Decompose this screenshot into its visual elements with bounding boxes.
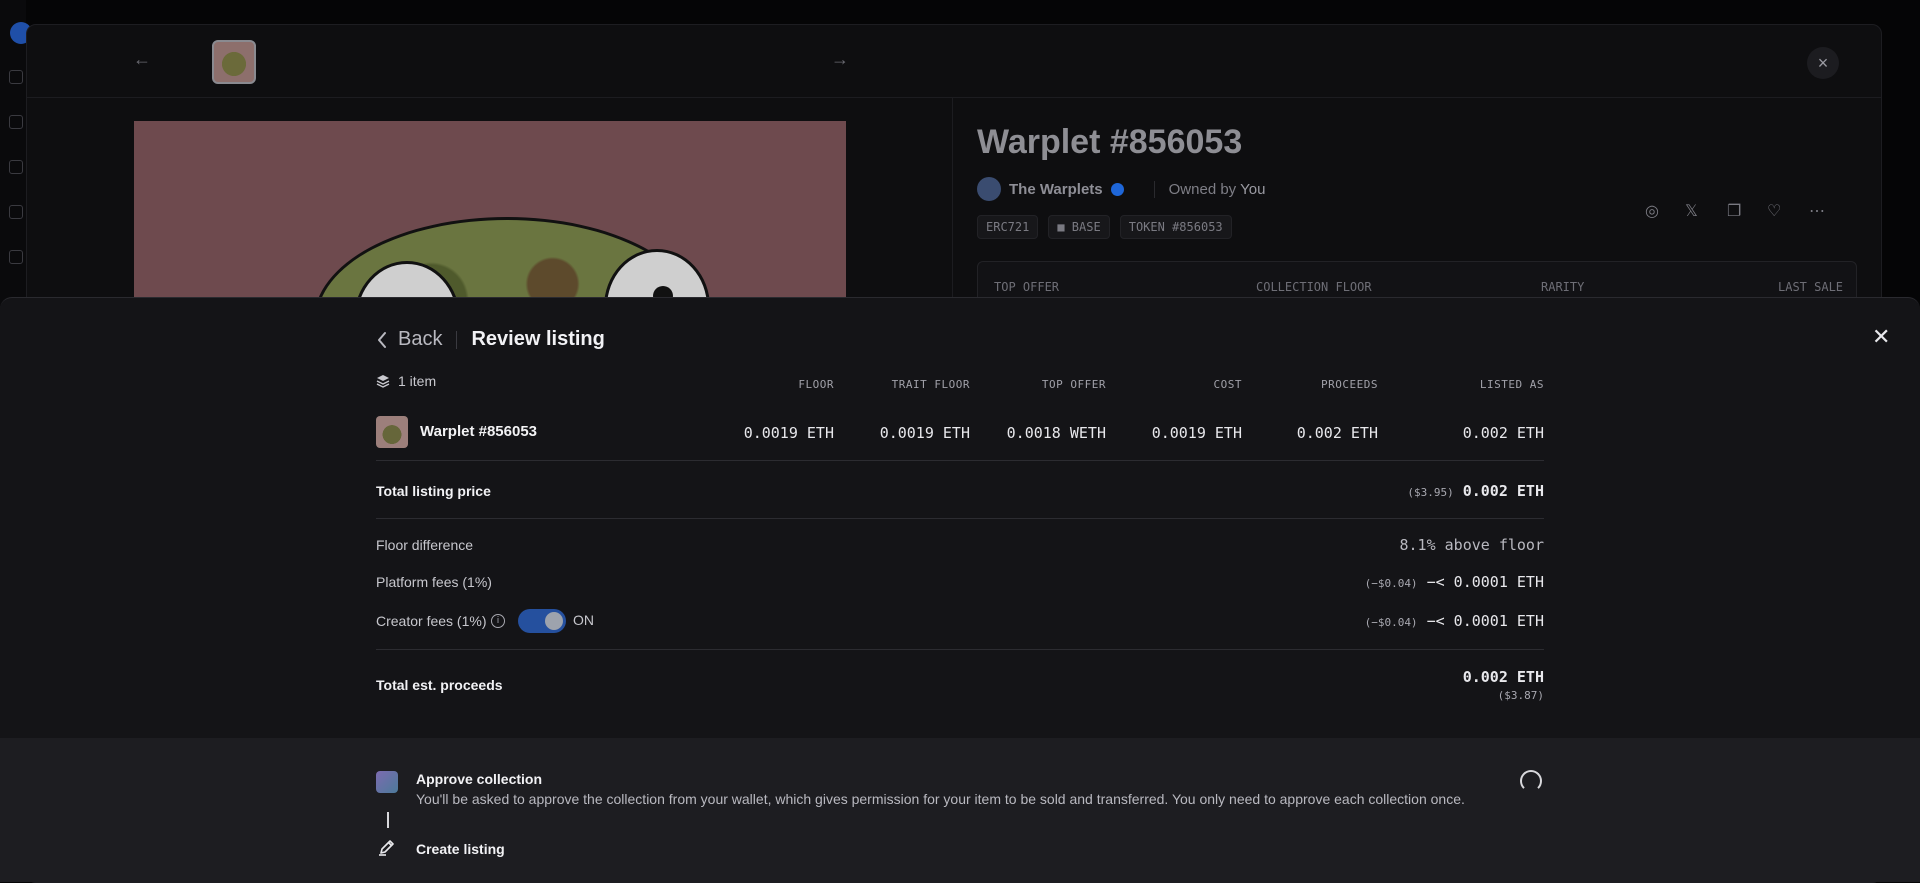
- heart-icon[interactable]: ♡: [1767, 201, 1781, 221]
- nav-icon: [9, 205, 23, 219]
- collection-name[interactable]: The Warplets: [1009, 181, 1103, 198]
- creator-fees-toggle-state: ON: [573, 612, 594, 628]
- step-connector: [387, 812, 389, 828]
- nav-icon: [9, 250, 23, 264]
- floor-difference-value: 8.1% above floor: [1399, 536, 1545, 554]
- pencil-icon: [379, 840, 394, 856]
- steps-panel: Approve collection You'll be asked to ap…: [0, 738, 1920, 882]
- chips-row: ERC721 ■ BASE TOKEN #856053: [977, 215, 1232, 239]
- creator-fees-usd: (−$0.04): [1364, 616, 1418, 629]
- cell-listed-as: 0.002 ETH: [1462, 424, 1544, 442]
- total-proceeds-usd: ($3.87): [1497, 689, 1544, 702]
- globe-icon[interactable]: ◎: [1645, 201, 1659, 221]
- cell-top-offer: 0.0018 WETH: [1006, 424, 1106, 442]
- items-count-label: 1 item: [398, 373, 437, 389]
- approve-collection-description: You'll be asked to approve the collectio…: [416, 791, 1465, 807]
- total-listing-price-usd: ($3.95): [1407, 486, 1454, 499]
- close-icon[interactable]: ×: [1807, 47, 1839, 79]
- total-listing-price-eth: 0.002 ETH: [1462, 482, 1544, 500]
- total-proceeds-label: Total est. proceeds: [376, 677, 503, 693]
- items-count: 1 item: [376, 373, 436, 389]
- x-icon[interactable]: 𝕏: [1685, 201, 1698, 221]
- header-separator: [456, 330, 458, 349]
- chip-token: TOKEN #856053: [1119, 215, 1232, 239]
- cell-cost: 0.0019 ETH: [1151, 424, 1242, 442]
- close-icon[interactable]: ✕: [1872, 326, 1890, 348]
- nft-topbar: ← → ×: [27, 25, 1881, 98]
- review-header: Back Review listing: [376, 328, 605, 351]
- back-label: Back: [398, 328, 443, 350]
- chevron-left-icon: [378, 331, 386, 348]
- floor-difference-label: Floor difference: [376, 537, 474, 553]
- creator-fees-label: Creator fees (1%): [376, 613, 487, 629]
- item-name: Warplet #856053: [420, 423, 538, 440]
- stat-top-offer: TOP OFFER: [994, 280, 1060, 294]
- platform-fees-usd: (−$0.04): [1364, 577, 1418, 590]
- owned-by-prefix: Owned by: [1168, 180, 1237, 198]
- stat-collection-floor: COLLECTION FLOOR: [1256, 280, 1372, 294]
- cell-proceeds: 0.002 ETH: [1296, 424, 1378, 442]
- total-listing-price-label: Total listing price: [376, 483, 491, 499]
- collection-row: The Warplets Owned by You: [977, 177, 1265, 201]
- page-title: Review listing: [471, 328, 605, 350]
- layers-icon: [376, 375, 390, 388]
- divider: [376, 649, 1544, 650]
- col-head-proceeds: PROCEEDS: [1321, 378, 1378, 391]
- col-head-trait-floor: TRAIT FLOOR: [891, 378, 970, 391]
- more-icon[interactable]: ⋯: [1809, 201, 1825, 221]
- divider: [376, 518, 1544, 519]
- verified-badge-icon: [1110, 182, 1124, 196]
- owned-by: Owned by You: [1153, 180, 1265, 198]
- col-head-top-offer: TOP OFFER: [1041, 378, 1106, 391]
- nav-icon: [9, 115, 23, 129]
- cell-floor: 0.0019 ETH: [743, 424, 834, 442]
- col-head-floor: FLOOR: [798, 378, 834, 391]
- back-button[interactable]: Back: [376, 328, 442, 351]
- total-proceeds-eth: 0.002 ETH: [1462, 668, 1544, 686]
- stat-rarity: RARITY: [1541, 280, 1585, 294]
- col-head-cost: COST: [1213, 378, 1242, 391]
- loading-spinner-icon: [1520, 770, 1542, 792]
- create-listing-title: Create listing: [416, 841, 505, 857]
- total-listing-price-value: ($3.95) 0.002 ETH: [1407, 482, 1544, 500]
- creator-fees-value: (−$0.04) −< 0.0001 ETH: [1365, 612, 1544, 630]
- nft-thumbnail[interactable]: [212, 40, 256, 84]
- nav-icon: [9, 160, 23, 174]
- collection-avatar-icon: [376, 771, 398, 793]
- creator-fees-toggle[interactable]: [518, 609, 566, 633]
- owned-by-value[interactable]: You: [1240, 181, 1265, 198]
- creator-fees-eth: −< 0.0001 ETH: [1426, 612, 1544, 630]
- cell-trait-floor: 0.0019 ETH: [879, 424, 970, 442]
- chip-standard: ERC721: [977, 215, 1039, 239]
- prev-arrow-icon[interactable]: ←: [133, 49, 151, 70]
- toggle-knob: [545, 612, 563, 630]
- platform-fees-eth: −< 0.0001 ETH: [1426, 573, 1544, 591]
- platform-fees-value: (−$0.04) −< 0.0001 ETH: [1365, 573, 1544, 591]
- platform-fees-label: Platform fees (1%): [376, 574, 492, 590]
- stat-last-sale: LAST SALE: [1778, 280, 1844, 294]
- approve-collection-title: Approve collection: [416, 771, 543, 787]
- next-arrow-icon[interactable]: →: [831, 49, 849, 70]
- item-thumbnail: [376, 416, 408, 448]
- collection-avatar[interactable]: [977, 177, 1001, 201]
- divider: [376, 460, 1544, 461]
- info-icon[interactable]: i: [491, 614, 505, 628]
- nav-icon: [9, 70, 23, 84]
- chip-chain: ■ BASE: [1048, 215, 1110, 239]
- copy-icon[interactable]: ❐: [1727, 201, 1741, 221]
- nft-title: Warplet #856053: [977, 123, 1243, 161]
- review-listing-sheet: ✕ Back Review listing 1 item FLOOR TRAIT…: [0, 297, 1920, 882]
- col-head-listed-as: LISTED AS: [1479, 378, 1544, 391]
